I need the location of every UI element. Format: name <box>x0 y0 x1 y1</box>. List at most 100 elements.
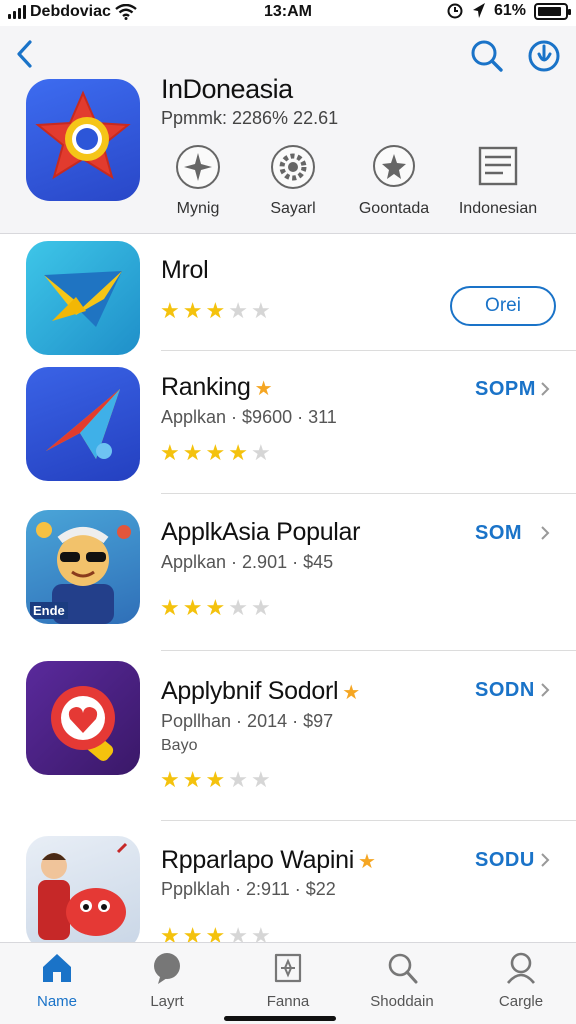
rating-stars: ★ ★ ★ ★ ★ <box>160 769 271 791</box>
tab-layrt[interactable]: Layrt <box>112 951 222 1010</box>
star-empty-icon: ★ <box>228 767 248 792</box>
star-empty-icon: ★ <box>250 298 271 323</box>
app-row[interactable]: Ranking ★ Applkan · $9600 · 311 ★ ★ ★ ★ ★ SOP… <box>0 351 576 494</box>
app-icon-ranking[interactable] <box>26 367 140 481</box>
app-row[interactable]: Mrol ★ ★ ★ ★ ★ Orei <box>0 234 576 355</box>
category-label: Indonesian <box>458 200 538 217</box>
star-empty-icon: ★ <box>250 923 271 943</box>
price-button[interactable]: SODN <box>475 679 535 702</box>
star-filled-icon: ★ <box>205 767 226 792</box>
tab-label: Shoddain <box>370 993 434 1010</box>
rating-stars: ★ ★ ★ ★ ★ <box>160 442 271 464</box>
app-name: ApplkAsia Popular <box>161 518 361 546</box>
star-filled-icon: ★ <box>182 923 203 943</box>
account-icon[interactable] <box>524 36 564 76</box>
rating-stars: ★ ★ ★ ★ ★ <box>160 597 271 619</box>
chevron-right-icon[interactable] <box>540 682 550 698</box>
profile-icon <box>506 952 536 984</box>
star-filled-icon: ★ <box>205 595 226 620</box>
star-filled-icon: ★ <box>205 440 226 465</box>
app-meta: Applkan · 2.901 · $45 <box>161 552 334 572</box>
category-label: Goontada <box>358 200 430 217</box>
battery-level <box>538 6 562 16</box>
store-icon <box>274 953 302 983</box>
star-filled-icon: ★ <box>160 440 180 465</box>
app-meta: Ppplklah · 2:911 · $22 <box>161 879 336 899</box>
app-icon-character-ball[interactable] <box>26 836 140 942</box>
back-chevron-icon[interactable] <box>10 36 40 72</box>
battery-percent: 61% <box>493 2 526 19</box>
status-right: 61% <box>446 2 571 20</box>
star-filled-icon: ★ <box>160 923 180 943</box>
chevron-right-icon[interactable] <box>540 852 550 868</box>
app-meta: Applkan · $9600 · 311 <box>161 407 337 427</box>
sparkle-icon <box>176 145 220 189</box>
star-filled-icon: ★ <box>228 440 248 465</box>
chevron-right-icon[interactable] <box>540 381 550 397</box>
app-name: Applybnif Sodorl ★ <box>161 677 360 705</box>
app-name: Mrol <box>161 256 209 284</box>
rating-stars: ★ ★ ★ ★ ★ <box>160 923 271 943</box>
app-row[interactable]: Ende ApplkAsia Popular Applkan · 2.901 ·… <box>0 494 576 651</box>
star-empty-icon: ★ <box>250 767 271 792</box>
star-filled-icon: ★ <box>182 767 203 792</box>
featured-star-icon: ★ <box>358 851 376 873</box>
category-indonesian[interactable]: Indonesian <box>438 144 558 218</box>
star-filled-icon: ★ <box>160 595 180 620</box>
alarm-icon <box>447 3 463 19</box>
tab-label: Name <box>36 993 77 1010</box>
app-meta: Popllhan · 2014 · $97 <box>161 711 334 731</box>
star-empty-icon: ★ <box>228 298 248 323</box>
app-row[interactable]: Rpparlapo Wapini ★ Ppplklah · 2:911 · $22… <box>0 821 576 942</box>
featured-title: InDoneasia <box>161 74 293 104</box>
app-icon-character[interactable]: Ende <box>26 510 140 624</box>
tab-cargle[interactable]: Cargle <box>466 951 576 1010</box>
price-button[interactable]: SOPM <box>475 378 536 401</box>
chat-bubble-icon <box>154 953 180 984</box>
star-filled-icon: ★ <box>205 923 226 943</box>
star-empty-icon: ★ <box>250 440 271 465</box>
document-icon <box>478 146 518 186</box>
price-button[interactable]: SOM <box>475 522 522 545</box>
price-button[interactable]: SODU <box>475 849 535 872</box>
status-bar: Debdoviac 13:AM 61% <box>0 0 576 26</box>
featured-header: InDoneasia Ppmmk: 2286% 22.61 Mynig Saya… <box>0 26 576 234</box>
tab-bar: Name Layrt Fanna Shoddain Cargle <box>0 942 576 1024</box>
app-name: Rpparlapo Wapini ★ <box>161 846 376 874</box>
battery-icon <box>534 2 571 20</box>
star-filled-icon: ★ <box>182 440 203 465</box>
open-button[interactable]: Orei <box>450 286 556 326</box>
chevron-right-icon[interactable] <box>540 525 550 541</box>
featured-app-icon[interactable] <box>26 79 140 201</box>
star-filled-icon: ★ <box>160 298 180 323</box>
star-empty-icon: ★ <box>250 595 271 620</box>
star-empty-icon: ★ <box>228 923 248 943</box>
search-icon[interactable] <box>466 36 506 76</box>
tab-label: Cargle <box>498 993 544 1010</box>
app-icon-mail[interactable] <box>26 241 140 355</box>
location-icon <box>472 3 485 18</box>
app-row[interactable]: Applybnif Sodorl ★ Popllhan · 2014 · $97 … <box>0 651 576 821</box>
featured-subtitle: Ppmmk: 2286% 22.61 <box>161 108 339 128</box>
search-icon <box>388 953 418 984</box>
tab-fanna[interactable]: Fanna <box>233 951 343 1010</box>
tab-label: Fanna <box>266 993 310 1010</box>
star-empty-icon: ★ <box>228 595 248 620</box>
chat-star-icon <box>373 145 415 187</box>
star-filled-icon: ★ <box>205 298 226 323</box>
app-developer: Bayo <box>161 737 198 754</box>
star-filled-icon: ★ <box>182 595 203 620</box>
app-name: Ranking ★ <box>161 373 273 401</box>
tab-name[interactable]: Name <box>2 951 112 1010</box>
star-filled-icon: ★ <box>160 767 180 792</box>
tab-shoddain[interactable]: Shoddain <box>347 951 457 1010</box>
home-indicator <box>224 1016 336 1021</box>
rating-stars: ★ ★ ★ ★ ★ <box>160 300 271 322</box>
gear-icon <box>271 145 315 189</box>
category-goontada[interactable]: Goontada <box>334 144 454 218</box>
star-filled-icon: ★ <box>182 298 203 323</box>
app-icon-heart-key[interactable] <box>26 661 140 775</box>
tab-label: Layrt <box>150 993 184 1010</box>
featured-star-icon: ★ <box>254 378 273 400</box>
home-icon <box>43 954 71 982</box>
